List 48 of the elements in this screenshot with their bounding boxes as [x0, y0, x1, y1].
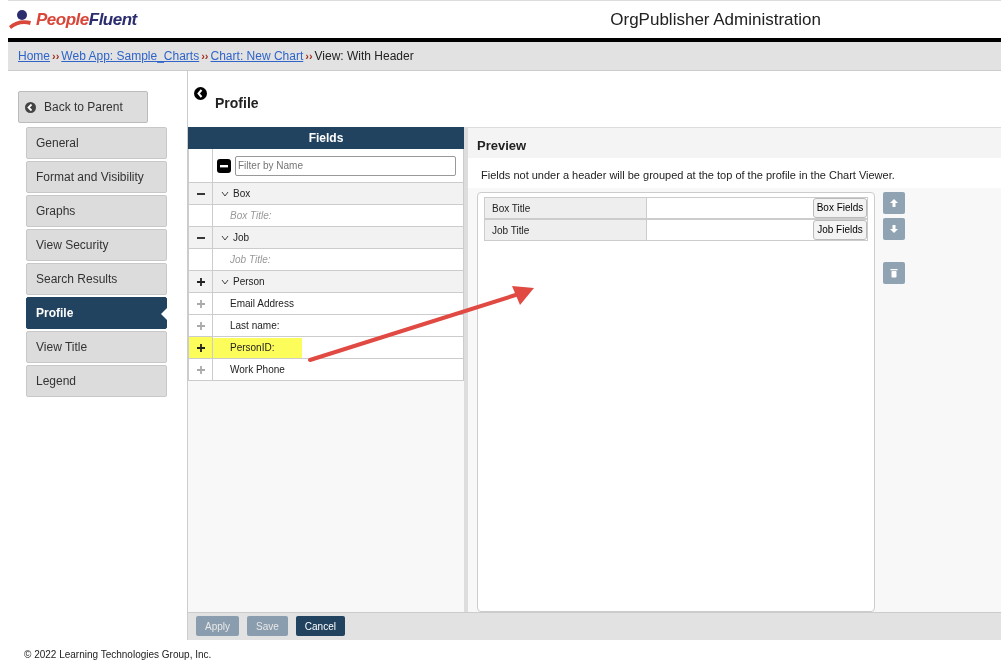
field-label: Work Phone [229, 363, 285, 378]
sidebar-item[interactable]: View Title [26, 331, 167, 363]
back-arrow-icon [25, 101, 36, 113]
sidebar-item[interactable]: General [26, 127, 167, 159]
sidebar-item[interactable]: Search Results [26, 263, 167, 295]
copyright-text: © 2022 Learning Technologies Group, Inc. [23, 648, 213, 662]
field-label: Email Address [229, 297, 294, 312]
breadcrumb-link[interactable]: Home [18, 47, 50, 65]
group-label: Box [233, 187, 251, 202]
delete-icon [889, 267, 899, 278]
separator-icon: ›› [201, 47, 209, 65]
action-button[interactable]: Cancel [295, 616, 345, 637]
sidebar-item[interactable]: Format and Visibility [26, 161, 167, 193]
app-title: OrgPublisher Administration [610, 8, 821, 31]
group-label: Person [233, 275, 265, 290]
sidebar-item[interactable]: Legend [26, 365, 167, 397]
field-label: Last name: [229, 319, 280, 334]
field-label: Job Title: [229, 253, 271, 268]
move-up-button[interactable] [883, 191, 905, 214]
back-button[interactable]: Back to Parent [18, 91, 148, 123]
separator-icon: ›› [52, 47, 60, 65]
chevron-down-icon[interactable] [221, 278, 229, 285]
person-logo-icon [8, 9, 32, 30]
separator-icon: ›› [305, 47, 313, 65]
breadcrumb-current: View: With Header [314, 48, 414, 65]
panel-header: Fields [188, 127, 464, 150]
group-label: Job [233, 231, 250, 246]
breadcrumb-link[interactable]: Chart: New Chart [210, 47, 304, 65]
field-label: Box Title: [229, 209, 272, 224]
move-up-icon [889, 197, 899, 208]
move-down-icon [889, 223, 899, 234]
sidebar-item[interactable]: Graphs [26, 195, 167, 227]
chevron-down-icon[interactable] [221, 234, 229, 241]
brand-logo-text: PeopleFluent [36, 8, 137, 31]
delete-button[interactable] [883, 261, 905, 284]
move-down-button[interactable] [883, 217, 905, 240]
collapse-all-icon [217, 158, 231, 173]
panel-header: Preview [468, 127, 1001, 159]
add-icon[interactable] [195, 342, 206, 353]
add-all-icon[interactable] [195, 276, 206, 287]
page-title: Profile [215, 94, 259, 113]
chevron-down-icon[interactable] [221, 190, 229, 197]
breadcrumb-link[interactable]: Web App: Sample_Charts [61, 47, 200, 65]
sidebar-item[interactable]: Profile [26, 297, 167, 329]
filter-field[interactable]: Filter by Name [235, 155, 456, 176]
sidebar-item[interactable]: View Security [26, 229, 167, 261]
preview-note: Fields not under a header will be grouped at the top of the profile in the Chart Viewer. [468, 158, 1001, 188]
field-label: PersonID: [213, 337, 303, 358]
